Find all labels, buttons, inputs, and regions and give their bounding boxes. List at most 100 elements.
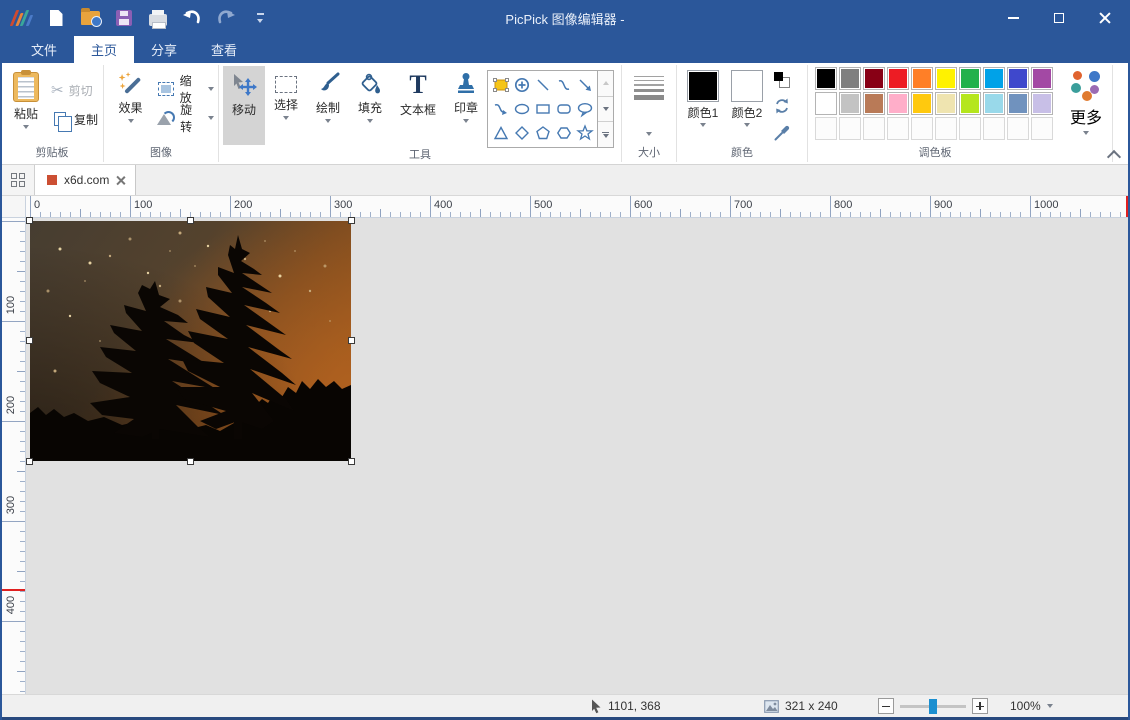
copy-button[interactable]: 复制 — [51, 109, 98, 129]
palette-swatch[interactable] — [863, 67, 885, 90]
selection-handle-s[interactable] — [187, 458, 194, 465]
shape-selection[interactable] — [490, 73, 511, 97]
eyedropper-icon[interactable] — [773, 124, 791, 142]
open-folder-icon[interactable] — [78, 6, 102, 30]
palette-swatch[interactable] — [1031, 67, 1053, 90]
more-colors-button[interactable]: 更多 — [1064, 66, 1108, 135]
shape-gallery-expand-icon[interactable] — [598, 122, 613, 147]
shape-pentagon[interactable] — [532, 121, 553, 145]
document-tab[interactable]: x6d.com — [35, 165, 136, 195]
select-tool-button[interactable]: 选择 — [265, 66, 307, 145]
shape-arrow[interactable] — [574, 73, 595, 97]
palette-swatch[interactable] — [911, 92, 933, 115]
shape-line[interactable] — [532, 73, 553, 97]
palette-swatch[interactable] — [959, 67, 981, 90]
new-document-icon[interactable] — [44, 6, 68, 30]
palette-swatch-empty[interactable] — [1007, 117, 1029, 140]
palette-swatch-empty[interactable] — [887, 117, 909, 140]
resize-button[interactable]: 缩放 — [157, 79, 214, 99]
effects-button[interactable]: 效果 — [108, 66, 153, 145]
palette-swatch-empty[interactable] — [815, 117, 837, 140]
shape-ellipse[interactable] — [511, 97, 532, 121]
tab-view[interactable]: 查看 — [194, 36, 254, 63]
shape-scroll-up-icon[interactable] — [598, 71, 613, 97]
color2-button[interactable]: 颜色2 — [725, 66, 769, 127]
canvas-area[interactable] — [26, 218, 1128, 694]
rotate-button[interactable]: 旋转 — [157, 108, 214, 128]
palette-swatch-empty[interactable] — [1031, 117, 1053, 140]
swap-colors-icon[interactable] — [774, 72, 790, 88]
palette-swatch-empty[interactable] — [839, 117, 861, 140]
collapse-ribbon-icon[interactable] — [1109, 150, 1119, 158]
shape-circle-plus[interactable] — [511, 73, 532, 97]
print-icon[interactable] — [146, 6, 170, 30]
shape-star[interactable] — [574, 121, 595, 145]
palette-swatch[interactable] — [887, 92, 909, 115]
palette-swatch-empty[interactable] — [959, 117, 981, 140]
selection-handle-ne[interactable] — [348, 217, 355, 224]
zoom-out-button[interactable] — [878, 698, 894, 714]
palette-swatch[interactable] — [815, 92, 837, 115]
tab-close-icon[interactable] — [116, 176, 125, 185]
textbox-tool-button[interactable]: T 文本框 — [391, 66, 445, 145]
palette-swatch[interactable] — [1031, 92, 1053, 115]
cut-button[interactable]: ✂ 剪切 — [51, 80, 98, 100]
palette-swatch[interactable] — [1007, 67, 1029, 90]
line-size-button[interactable] — [626, 66, 672, 145]
palette-swatch[interactable] — [887, 67, 909, 90]
selection-handle-e[interactable] — [348, 337, 355, 344]
selection-handle-n[interactable] — [187, 217, 194, 224]
palette-swatch[interactable] — [863, 92, 885, 115]
redo-icon[interactable] — [214, 6, 238, 30]
shape-curve[interactable] — [553, 73, 574, 97]
tab-home[interactable]: 主页 — [74, 36, 134, 63]
palette-swatch[interactable] — [983, 92, 1005, 115]
palette-swatch[interactable] — [839, 67, 861, 90]
maximize-button[interactable] — [1036, 0, 1082, 36]
customize-toolbar-icon[interactable] — [248, 6, 272, 30]
refresh-colors-icon[interactable] — [773, 97, 791, 115]
paste-button[interactable]: 粘贴 — [5, 66, 47, 145]
palette-swatch-empty[interactable] — [983, 117, 1005, 140]
shape-hexagon[interactable] — [553, 121, 574, 145]
palette-swatch-empty[interactable] — [935, 117, 957, 140]
palette-swatch-empty[interactable] — [911, 117, 933, 140]
selection-handle-nw[interactable] — [26, 217, 33, 224]
shape-triangle[interactable] — [490, 121, 511, 145]
palette-swatch[interactable] — [1007, 92, 1029, 115]
palette-swatch[interactable] — [959, 92, 981, 115]
zoom-slider[interactable] — [900, 705, 966, 708]
save-icon[interactable] — [112, 6, 136, 30]
tab-share[interactable]: 分享 — [134, 36, 194, 63]
move-tool-button[interactable]: 移动 — [223, 66, 265, 145]
shape-curve-arrow[interactable] — [490, 97, 511, 121]
zoom-in-button[interactable] — [972, 698, 988, 714]
shape-diamond[interactable] — [511, 121, 532, 145]
palette-swatch[interactable] — [983, 67, 1005, 90]
shape-scroll-down-icon[interactable] — [598, 97, 613, 123]
shape-rounded-rectangle[interactable] — [553, 97, 574, 121]
palette-swatch[interactable] — [935, 67, 957, 90]
shape-rectangle[interactable] — [532, 97, 553, 121]
close-button[interactable] — [1082, 0, 1128, 36]
fill-tool-button[interactable]: 填充 — [349, 66, 391, 145]
stamp-tool-button[interactable]: 印章 — [445, 66, 487, 145]
shape-speech-bubble[interactable] — [574, 97, 595, 121]
palette-swatch[interactable] — [935, 92, 957, 115]
minimize-button[interactable] — [990, 0, 1036, 36]
zoom-dropdown-caret[interactable] — [1047, 704, 1053, 708]
palette-swatch-empty[interactable] — [863, 117, 885, 140]
all-documents-icon[interactable] — [2, 165, 35, 195]
draw-tool-button[interactable]: 绘制 — [307, 66, 349, 145]
tab-file[interactable]: 文件 — [14, 36, 74, 63]
selection-handle-se[interactable] — [348, 458, 355, 465]
palette-swatch[interactable] — [911, 67, 933, 90]
canvas-image[interactable] — [30, 221, 351, 461]
undo-icon[interactable] — [180, 6, 204, 30]
selection-handle-sw[interactable] — [26, 458, 33, 465]
selection-handle-w[interactable] — [26, 337, 33, 344]
palette-swatch[interactable] — [815, 67, 837, 90]
zoom-slider-thumb[interactable] — [929, 699, 937, 714]
color1-button[interactable]: 颜色1 — [681, 66, 725, 127]
palette-swatch[interactable] — [839, 92, 861, 115]
